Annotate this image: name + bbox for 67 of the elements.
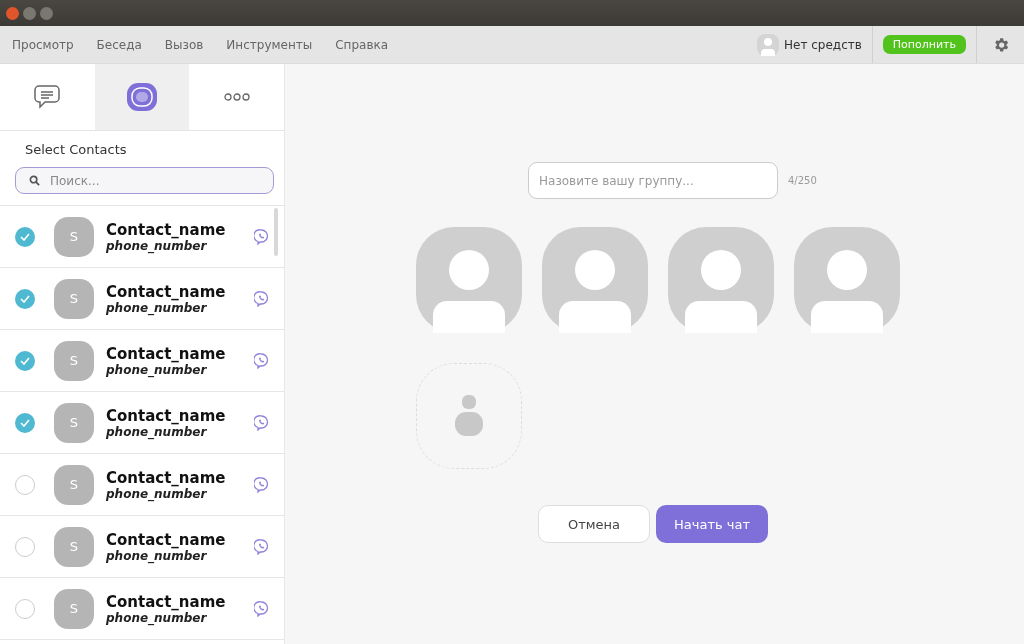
check-icon	[20, 232, 30, 241]
contact-checkbox[interactable]	[15, 536, 35, 557]
contact-phone: phone_number	[106, 424, 207, 439]
menu-item[interactable]: Беседа	[96, 37, 142, 52]
contact-phone: phone_number	[106, 486, 207, 501]
contact-checkbox[interactable]	[15, 350, 35, 371]
contact-name: Contact_name	[106, 406, 227, 425]
contacts-icon	[127, 83, 157, 111]
contact-phone: phone_number	[106, 300, 207, 315]
group-name-field[interactable]: Назовите вашу группу...	[528, 162, 778, 199]
contact-checkbox[interactable]	[15, 412, 35, 433]
cancel-button[interactable]: Отмена	[538, 505, 650, 543]
phone-bubble-icon	[254, 538, 269, 555]
contact-name: Contact_name	[106, 530, 227, 549]
add-member-slot[interactable]	[416, 363, 522, 469]
contact-name: Contact_name	[106, 282, 227, 301]
character-counter: 4/250	[788, 175, 817, 186]
start-chat-button[interactable]: Начать чат	[656, 505, 768, 543]
member-avatar-icon	[416, 227, 522, 333]
search-field[interactable]: Поиск...	[15, 167, 274, 194]
contact-phone: phone_number	[106, 548, 207, 563]
contact-avatar: S	[54, 340, 94, 381]
person-icon	[454, 395, 484, 437]
contact-name: Contact_name	[106, 468, 227, 487]
close-window-button[interactable]	[6, 6, 19, 20]
contact-checkbox[interactable]	[15, 598, 35, 619]
check-icon	[20, 418, 30, 427]
contact-checkbox[interactable]	[15, 288, 35, 309]
phone-bubble-icon	[254, 414, 269, 431]
scrollbar[interactable]	[274, 208, 278, 256]
menu-item[interactable]: Просмотр	[12, 37, 74, 52]
minimize-window-button[interactable]	[23, 6, 36, 20]
phone-bubble-icon	[254, 600, 269, 617]
menu-item[interactable]: Инструменты	[226, 37, 313, 52]
balance-text: Нет средств	[784, 37, 862, 52]
contact-phone: phone_number	[106, 362, 207, 377]
contact-avatar: S	[54, 526, 94, 567]
contact-checkbox[interactable]	[15, 474, 35, 495]
contact-avatar: S	[54, 588, 94, 629]
phone-bubble-icon	[254, 476, 269, 493]
member-avatar-icon	[542, 227, 648, 333]
search-icon	[29, 175, 40, 186]
contact-avatar: S	[54, 216, 94, 257]
menu-item[interactable]: Справка	[335, 37, 389, 52]
maximize-window-button[interactable]	[40, 6, 53, 20]
member-avatar-icon	[668, 227, 774, 333]
menu-item[interactable]: Вызов	[164, 37, 204, 52]
member-avatar-icon	[794, 227, 900, 333]
contact-phone: phone_number	[106, 610, 207, 625]
check-icon	[20, 356, 30, 365]
contact-name: Contact_name	[106, 220, 227, 239]
user-avatar-icon	[757, 33, 780, 56]
contact-avatar: S	[54, 464, 94, 505]
contact-phone: phone_number	[106, 238, 207, 253]
phone-bubble-icon	[254, 352, 269, 369]
chat-bubble-icon	[33, 84, 62, 110]
sidebar-tab[interactable]	[94, 64, 190, 130]
contact-checkbox[interactable]	[15, 226, 35, 247]
contact-avatar: S	[54, 402, 94, 443]
contact-avatar: S	[54, 278, 94, 319]
phone-bubble-icon	[254, 228, 269, 245]
contact-name: Contact_name	[106, 592, 227, 611]
contact-name: Contact_name	[106, 344, 227, 363]
phone-bubble-icon	[254, 290, 269, 307]
select-contacts-title: Select Contacts	[24, 141, 128, 159]
more-icon	[223, 93, 250, 101]
check-icon	[20, 294, 30, 303]
